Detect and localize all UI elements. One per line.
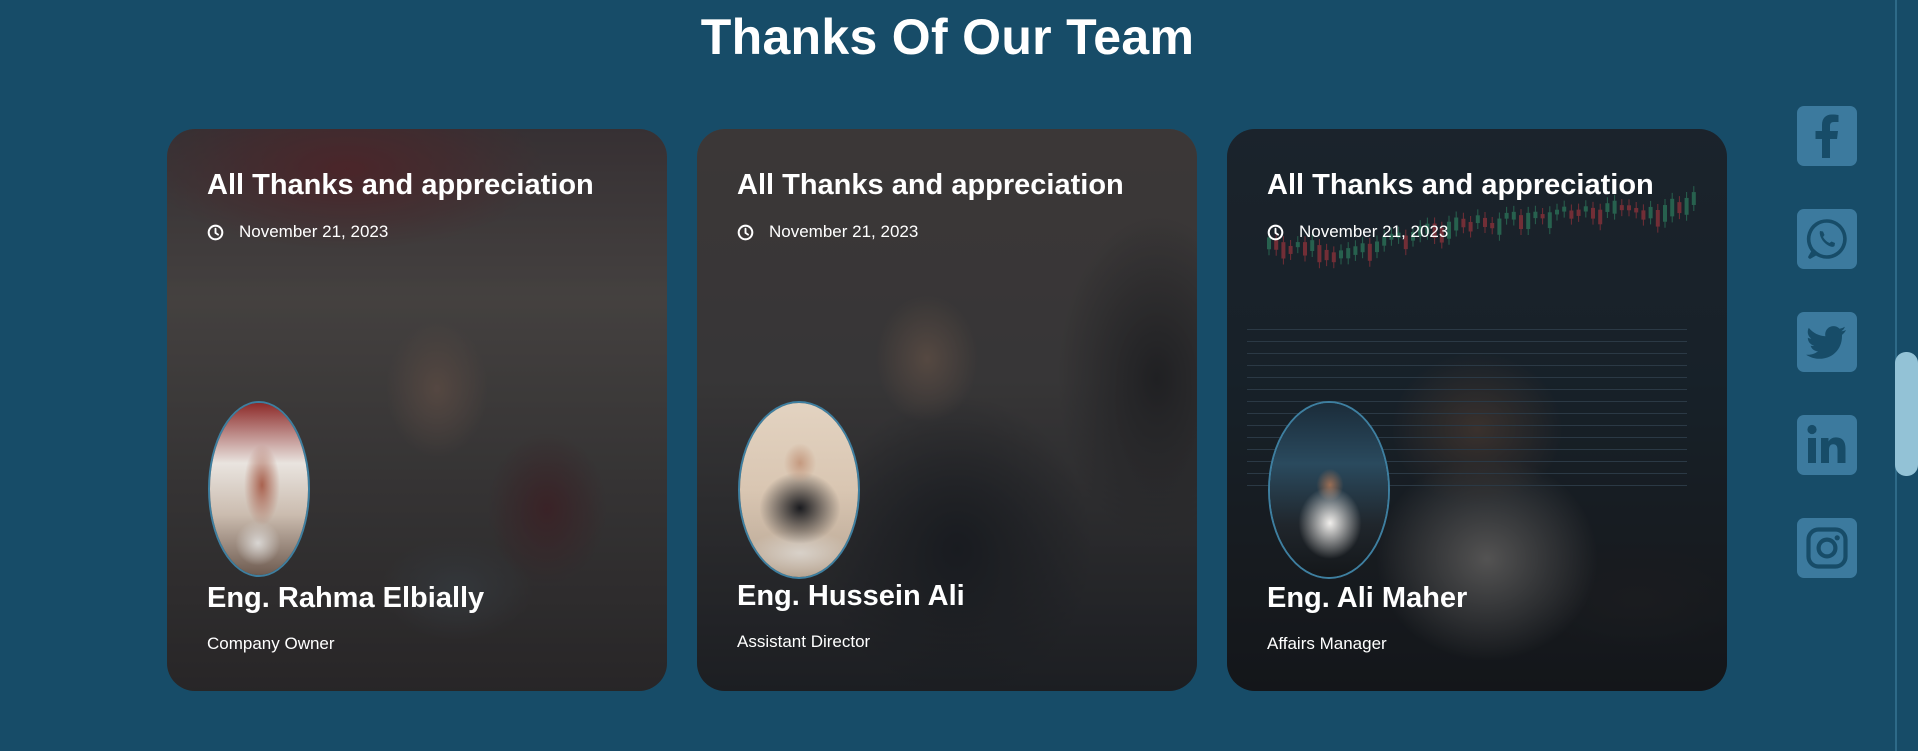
member-role: Assistant Director: [737, 632, 871, 651]
twitter-icon: [1806, 326, 1846, 359]
card-date-text: November 21, 2023: [1299, 222, 1449, 241]
member-name: Eng. Hussein Ali: [737, 580, 965, 612]
facebook-icon: [1815, 114, 1839, 158]
card-date: November 21, 2023: [1267, 222, 1448, 242]
clock-icon: [737, 224, 754, 240]
member-name: Eng. Ali Maher: [1267, 582, 1468, 614]
team-card[interactable]: All Thanks and appreciation November 21,…: [697, 129, 1197, 691]
team-card[interactable]: All Thanks and appreciation November 21,…: [1227, 129, 1727, 691]
whatsapp-link[interactable]: [1797, 209, 1857, 269]
team-cards: All Thanks and appreciation November 21,…: [0, 0, 1895, 751]
member-role: Affairs Manager: [1267, 634, 1387, 653]
card-title: All Thanks and appreciation: [1267, 169, 1654, 201]
card-date-text: November 21, 2023: [239, 222, 389, 241]
member-name: Eng. Rahma Elbially: [207, 582, 485, 614]
whatsapp-icon: [1806, 219, 1847, 259]
card-date: November 21, 2023: [207, 222, 388, 242]
instagram-link[interactable]: [1797, 518, 1857, 578]
card-title: All Thanks and appreciation: [207, 169, 594, 201]
linkedin-icon: [1807, 424, 1846, 463]
clock-icon: [207, 224, 224, 240]
clock-icon: [1267, 224, 1284, 240]
avatar: [1268, 401, 1390, 579]
team-card[interactable]: All Thanks and appreciation November 21,…: [167, 129, 667, 691]
avatar: [208, 401, 310, 577]
card-date: November 21, 2023: [737, 222, 918, 242]
scrollbar-thumb[interactable]: [1895, 352, 1918, 476]
twitter-link[interactable]: [1797, 312, 1857, 372]
card-title: All Thanks and appreciation: [737, 169, 1124, 201]
social-links: [1797, 106, 1857, 621]
avatar: [738, 401, 860, 579]
facebook-link[interactable]: [1797, 106, 1857, 166]
member-role: Company Owner: [207, 634, 335, 653]
linkedin-link[interactable]: [1797, 415, 1857, 475]
instagram-icon: [1806, 527, 1848, 569]
card-date-text: November 21, 2023: [769, 222, 919, 241]
